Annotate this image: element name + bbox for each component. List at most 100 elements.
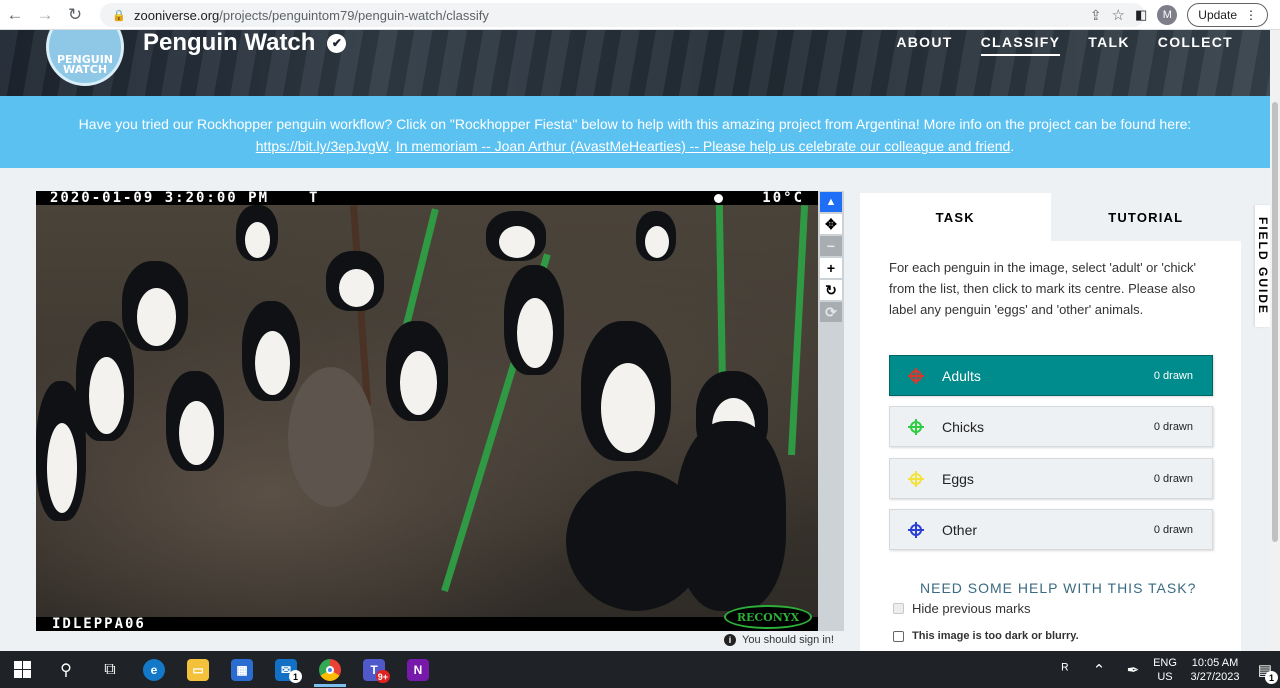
rotate-tool-icon[interactable]: ↻ [820, 280, 842, 300]
choice-label: Chicks [942, 418, 985, 435]
tab-tutorial[interactable]: TUTORIAL [1050, 193, 1241, 241]
penguin-belly [338, 269, 374, 308]
penguin [486, 211, 546, 261]
search-icon[interactable]: ⚲ [44, 651, 88, 688]
subject-camera-id: IDLEPPA06 [52, 616, 146, 631]
penguin [242, 301, 300, 401]
project-title[interactable]: Penguin Watch ✔ [143, 30, 347, 56]
move-tool-icon[interactable]: ✥ [820, 214, 842, 234]
dark-image-checkbox[interactable] [893, 630, 904, 642]
zoom-out-tool-icon[interactable]: − [820, 236, 842, 256]
choice-chicks[interactable]: Chicks 0 drawn [889, 406, 1213, 447]
choice-count: 0 drawn [1153, 472, 1193, 485]
windows-taskbar: ⚲ ⧉ e ▭ ▦ ✉ 1 T 9+ N ᴿ ⌃ ✒ ENG US 10:05 AM… [0, 651, 1280, 688]
back-icon[interactable]: ← [0, 0, 30, 30]
bookmark-star-icon[interactable]: ☆ [1112, 6, 1125, 24]
pointer-tool-icon[interactable]: ▲ [820, 192, 842, 212]
language-indicator[interactable]: ENG US [1150, 656, 1180, 684]
dark-image-option[interactable]: This image is too dark or blurry. [893, 630, 1079, 642]
microsoft-store-icon[interactable]: ▦ [220, 651, 264, 688]
lock-icon: 🔒 [112, 9, 126, 22]
task-tabs: TASK TUTORIAL [860, 193, 1241, 241]
hide-marks-option[interactable]: Hide previous marks [893, 601, 1031, 616]
page-scrollbar[interactable] [1270, 30, 1280, 651]
onenote-icon[interactable]: N [396, 651, 440, 688]
address-bar[interactable]: 🔒 zooniverse.org/projects/penguintom79/p… [100, 3, 1145, 27]
project-title-text: Penguin Watch [143, 30, 316, 56]
notification-icon[interactable]: ▤ 1 [1250, 651, 1280, 688]
penguin-belly [47, 423, 77, 513]
project-nav: ABOUT CLASSIFY TALK COLLECT [896, 34, 1233, 56]
system-tray: ᴿ ⌃ ✒ ENG US 10:05 AM 3/27/2023 ▤ 1 [1048, 651, 1280, 688]
nav-collect[interactable]: COLLECT [1158, 34, 1233, 56]
crosshair-icon [908, 521, 924, 538]
camera-brand-logo: RECONYX [724, 605, 812, 629]
chrome-icon[interactable] [308, 651, 352, 688]
task-view-icon[interactable]: ⧉ [88, 651, 132, 688]
mail-icon[interactable]: ✉ 1 [264, 651, 308, 688]
crosshair-icon [908, 418, 924, 435]
choice-eggs[interactable]: Eggs 0 drawn [889, 458, 1213, 499]
penguin-belly [88, 357, 124, 434]
subject-image[interactable]: 2020-01-09 3:20:00 PM T 10°C IDLEPPA06 R… [36, 191, 818, 631]
subject-temperature: 10°C [762, 191, 804, 206]
tab-task[interactable]: TASK [860, 193, 1051, 241]
kebab-menu-icon[interactable]: ⋮ [1245, 8, 1257, 22]
region-code: US [1157, 670, 1173, 683]
reset-tool-icon[interactable]: ⟳ [820, 302, 842, 322]
announcement-text: Have you tried our Rockhopper penguin wo… [78, 116, 1192, 132]
subject-info-bottom: IDLEPPA06 [36, 617, 818, 631]
announcement-link-memoriam[interactable]: In memoriam -- Joan Arthur (AvastMeHeart… [396, 138, 1010, 154]
share-icon[interactable]: ⇪ [1090, 7, 1102, 24]
side-panel-icon[interactable]: ◧ [1135, 7, 1147, 23]
nav-classify[interactable]: CLASSIFY [980, 34, 1061, 56]
logo-text: PENGUIN WATCH [56, 53, 114, 76]
choice-other[interactable]: Other 0 drawn [889, 509, 1213, 550]
field-guide-label: FIELD GUIDE [1256, 217, 1270, 316]
penguin-belly [499, 226, 536, 258]
penguin [504, 265, 564, 375]
penguin [386, 321, 448, 421]
clock-date: 3/27/2023 [1190, 670, 1240, 683]
teams-icon[interactable]: T 9+ [352, 651, 396, 688]
announcement-link-bitly[interactable]: https://bit.ly/3epJvgW [256, 138, 388, 154]
windows-start-icon[interactable] [0, 651, 44, 688]
choice-label: Adults [942, 367, 981, 384]
url-host: zooniverse.org [134, 7, 220, 23]
reload-icon[interactable]: ↻ [60, 0, 90, 30]
penguin-belly [399, 351, 437, 415]
chevron-up-icon[interactable]: ⌃ [1082, 661, 1116, 679]
field-guide-tab[interactable]: FIELD GUIDE [1255, 205, 1270, 327]
update-label: Update [1198, 8, 1237, 22]
moon-phase-icon [714, 194, 723, 203]
penguin [122, 261, 188, 351]
forward-icon[interactable]: → [30, 0, 60, 30]
notification-badge: 1 [1265, 671, 1278, 684]
choice-count: 0 drawn [1153, 369, 1193, 382]
penguin-belly [517, 298, 554, 369]
file-explorer-icon[interactable]: ▭ [176, 651, 220, 688]
zoom-in-tool-icon[interactable]: + [820, 258, 842, 278]
project-logo[interactable]: PENGUIN WATCH [46, 30, 124, 86]
choice-label: Eggs [942, 470, 974, 487]
pen-icon[interactable]: ✒ [1116, 661, 1150, 679]
task-panel: TASK TUTORIAL For each penguin in the im… [860, 193, 1241, 651]
nav-talk[interactable]: TALK [1088, 34, 1130, 56]
hide-marks-label: Hide previous marks [912, 601, 1031, 616]
penguin-belly [644, 226, 669, 258]
task-help-link[interactable]: NEED SOME HELP WITH THIS TASK? [920, 580, 1196, 596]
scrollbar-thumb[interactable] [1272, 102, 1278, 542]
choice-count: 0 drawn [1153, 420, 1193, 433]
teams-badge: 9+ [375, 670, 390, 683]
clock[interactable]: 10:05 AM 3/27/2023 [1180, 656, 1250, 684]
nav-about[interactable]: ABOUT [896, 34, 952, 56]
people-icon[interactable]: ᴿ [1048, 661, 1082, 678]
choice-adults[interactable]: Adults 0 drawn [889, 355, 1213, 396]
edge-browser-icon[interactable]: e [132, 651, 176, 688]
profile-avatar[interactable]: M [1157, 5, 1178, 25]
penguin-belly [254, 331, 290, 395]
hide-marks-checkbox[interactable] [893, 603, 904, 614]
update-button[interactable]: Update ⋮ [1187, 3, 1268, 27]
subject-marker: T [309, 191, 320, 206]
announcement-end: . [1010, 138, 1015, 154]
